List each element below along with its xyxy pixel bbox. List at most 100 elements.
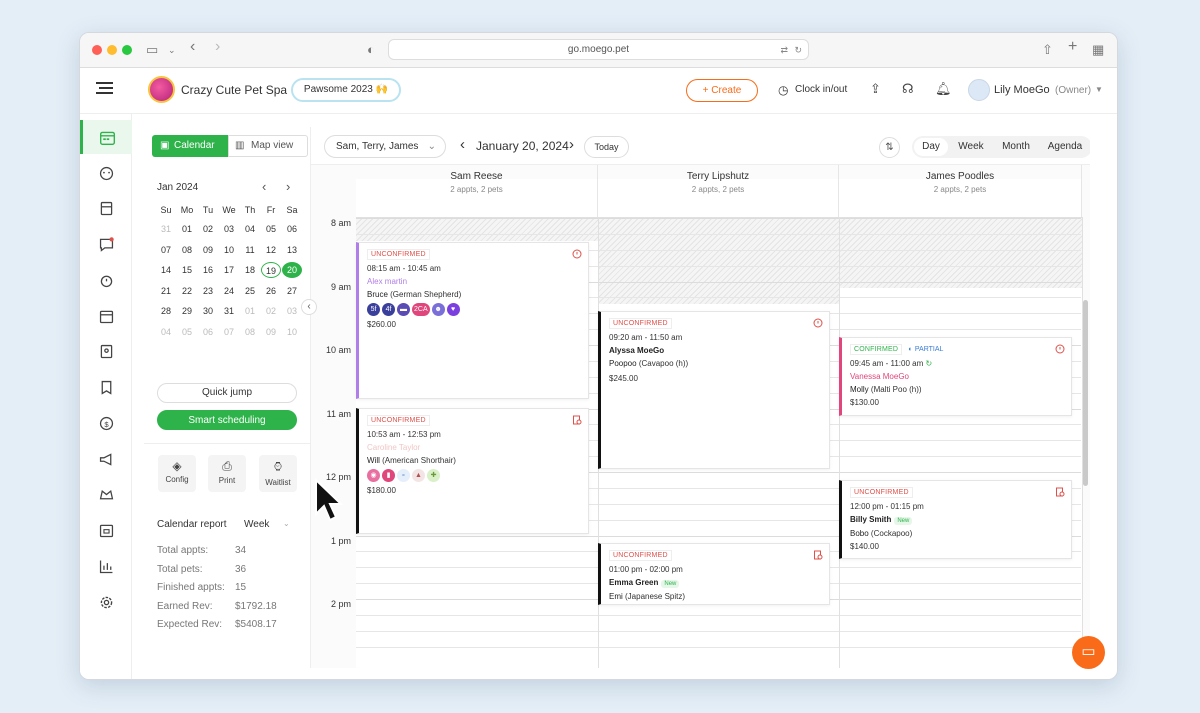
calendar-day[interactable]: 23 (198, 283, 218, 299)
calendar-day[interactable]: 16 (198, 262, 218, 278)
create-button[interactable]: + Create (686, 79, 758, 102)
print-button[interactable]: ⎙ Print (208, 455, 246, 492)
chevron-down-icon[interactable]: ▼ (1095, 85, 1103, 94)
view-agenda-button[interactable]: Agenda (1042, 138, 1088, 156)
nav-store-icon[interactable] (80, 191, 132, 225)
calendar-day[interactable]: 08 (240, 324, 260, 340)
nav-settings-icon[interactable] (80, 585, 132, 619)
calendar-day[interactable]: 12 (261, 242, 281, 258)
clock-in-out-button[interactable]: Clock in/out (795, 84, 847, 95)
calendar-day[interactable]: 27 (282, 283, 302, 299)
calendar-day[interactable]: 06 (282, 221, 302, 237)
reload-icon[interactable]: ↻ (794, 40, 802, 60)
client-name[interactable]: Billy Smith (850, 515, 891, 524)
nav-retail-icon[interactable] (80, 513, 132, 547)
view-week-button[interactable]: Week (954, 138, 988, 156)
staff-column-header[interactable]: Sam Reese 2 appts, 2 pets (356, 165, 598, 217)
menu-icon[interactable] (96, 82, 113, 94)
chevron-down-icon[interactable]: ⌄ (283, 519, 290, 528)
calendar-day[interactable]: 01 (240, 303, 260, 319)
collapse-panel-icon[interactable]: ‹ (301, 299, 317, 315)
appointment-card[interactable]: CONFIRMED ◐ PARTIAL 09:45 am - 11:00 am … (839, 337, 1072, 416)
calendar-day[interactable]: 20 (282, 262, 302, 278)
nav-reports-icon[interactable] (80, 549, 132, 583)
report-period-select[interactable]: Week (244, 519, 269, 530)
calendar-day[interactable]: 25 (240, 283, 260, 299)
calendar-day[interactable]: 02 (198, 221, 218, 237)
back-icon[interactable]: ‹ (190, 39, 195, 55)
calendar-day[interactable]: 29 (177, 303, 197, 319)
calendar-day[interactable]: 21 (156, 283, 176, 299)
calendar-tab[interactable]: ▣ Calendar (152, 135, 228, 157)
calendar-day[interactable]: 30 (198, 303, 218, 319)
calendar-day[interactable]: 07 (156, 242, 176, 258)
calendar-day[interactable]: 05 (177, 324, 197, 340)
headset-icon[interactable]: ☊ (902, 81, 914, 97)
client-name[interactable]: Caroline Taylor (367, 443, 580, 452)
staff-column-header[interactable]: James Poodles 2 appts, 2 pets (839, 165, 1082, 217)
nav-schedule-icon[interactable] (80, 299, 132, 333)
translate-icon[interactable]: ⇄ (780, 40, 788, 60)
prev-month-icon[interactable]: ‹ (262, 179, 266, 194)
address-bar[interactable]: go.moego.pet ⇄ ↻ (388, 39, 809, 60)
client-name[interactable]: Emma Green (609, 578, 658, 587)
share-icon[interactable]: ⇧ (1042, 42, 1053, 58)
appointment-card[interactable]: UNCONFIRMED 12:00 pm - 01:15 pm Billy Sm… (839, 480, 1072, 559)
new-tab-icon[interactable]: + (1068, 39, 1077, 55)
view-month-button[interactable]: Month (996, 138, 1036, 156)
forward-icon[interactable]: › (215, 39, 220, 55)
calendar-day[interactable]: 11 (240, 242, 260, 258)
user-name[interactable]: Lily MoeGo (994, 84, 1050, 96)
close-window-button[interactable] (92, 45, 102, 55)
calendar-day[interactable]: 08 (177, 242, 197, 258)
zoom-window-button[interactable] (122, 45, 132, 55)
calendar-day[interactable]: 15 (177, 262, 197, 278)
sidebar-toggle-icon[interactable]: ▭ (146, 42, 158, 58)
appointment-card[interactable]: UNCONFIRMED 10:53 am - 12:53 pm Caroline… (356, 408, 589, 534)
today-button[interactable]: Today (584, 136, 629, 158)
chat-support-icon[interactable]: ▭ (1072, 636, 1105, 669)
staff-column-header[interactable]: Terry Lipshutz 2 appts, 2 pets (598, 165, 839, 217)
calendar-day[interactable]: 09 (198, 242, 218, 258)
promo-button[interactable]: Pawsome 2023 🙌 (291, 78, 401, 102)
client-name[interactable]: Alex martin (367, 277, 580, 286)
calendar-day[interactable]: 02 (261, 303, 281, 319)
avatar[interactable] (968, 79, 990, 101)
next-month-icon[interactable]: › (286, 179, 290, 194)
quick-jump-button[interactable]: Quick jump (157, 383, 297, 403)
client-name[interactable]: Alyssa MoeGo (609, 346, 821, 355)
nav-reviews-icon[interactable] (80, 370, 132, 404)
calendar-day[interactable]: 28 (156, 303, 176, 319)
calendar-day[interactable]: 10 (219, 242, 239, 258)
calendar-day[interactable]: 03 (282, 303, 302, 319)
nav-calendar-icon[interactable] (80, 120, 132, 154)
map-view-tab[interactable]: ▥ Map view (228, 135, 308, 157)
calendar-day[interactable]: 18 (240, 262, 260, 278)
current-date[interactable]: January 20, 2024 (476, 139, 569, 153)
nav-pets-icon[interactable] (80, 156, 132, 190)
calendar-day[interactable]: 19 (261, 262, 281, 278)
appointment-card[interactable]: UNCONFIRMED 09:20 am - 11:50 am Alyssa M… (598, 311, 830, 469)
upload-icon[interactable]: ⇪ (870, 81, 881, 97)
calendar-day[interactable]: 31 (156, 221, 176, 237)
chevron-down-icon[interactable]: ⌄ (168, 42, 176, 58)
day-grid[interactable]: Sam Reese 2 appts, 2 pets Terry Lipshutz… (311, 165, 1090, 668)
calendar-day[interactable]: 13 (282, 242, 302, 258)
prev-day-icon[interactable]: ‹ (460, 136, 465, 153)
minimize-window-button[interactable] (107, 45, 117, 55)
calendar-day[interactable]: 06 (198, 324, 218, 340)
calendar-day[interactable]: 17 (219, 262, 239, 278)
calendar-day[interactable]: 22 (177, 283, 197, 299)
nav-membership-icon[interactable] (80, 477, 132, 511)
calendar-day[interactable]: 04 (240, 221, 260, 237)
tab-overview-icon[interactable]: ▦ (1092, 42, 1104, 58)
calendar-day[interactable]: 24 (219, 283, 239, 299)
staff-select[interactable]: Sam, Terry, James ⌄ (324, 135, 446, 158)
appointment-card[interactable]: UNCONFIRMED 08:15 am - 10:45 am Alex mar… (356, 242, 589, 399)
calendar-day[interactable]: 26 (261, 283, 281, 299)
calendar-day[interactable]: 04 (156, 324, 176, 340)
bell-icon[interactable]: 🔔︎ (935, 81, 952, 97)
next-day-icon[interactable]: › (569, 136, 574, 153)
config-button[interactable]: ◈ Config (158, 455, 196, 492)
view-day-button[interactable]: Day (914, 138, 948, 156)
